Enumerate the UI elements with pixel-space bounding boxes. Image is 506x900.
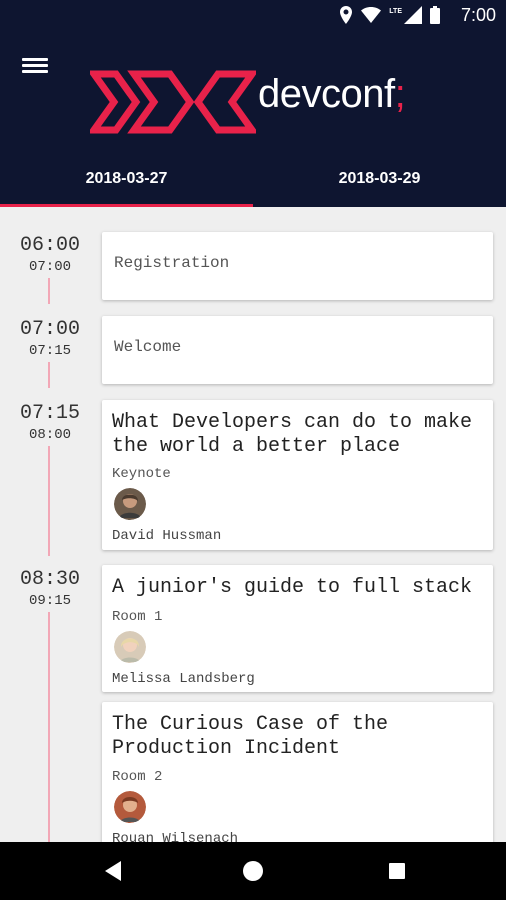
time-slot: 07:15 08:00 bbox=[14, 402, 86, 444]
session-room: Room 2 bbox=[112, 769, 163, 785]
session-card-production-incident[interactable]: The Curious Case of the Production Incid… bbox=[102, 702, 493, 852]
slot-end-time: 07:00 bbox=[28, 259, 71, 275]
slot-start-time: 06:00 bbox=[19, 234, 80, 257]
status-icons: LTE bbox=[339, 6, 440, 24]
timeline-line bbox=[48, 612, 50, 852]
cellular-signal-icon bbox=[404, 6, 422, 24]
session-card-keynote[interactable]: What Developers can do to make the world… bbox=[102, 400, 493, 550]
speaker-avatar bbox=[114, 631, 146, 663]
session-card-registration[interactable]: Registration bbox=[102, 232, 493, 300]
logo-semicolon: ; bbox=[394, 72, 406, 116]
wifi-icon bbox=[361, 7, 382, 23]
battery-icon bbox=[430, 6, 440, 24]
status-bar: LTE 7:00 bbox=[0, 0, 506, 30]
devconf-logo: devconf; bbox=[90, 68, 420, 138]
recents-square-icon[interactable] bbox=[382, 856, 412, 886]
time-slot: 07:00 07:15 bbox=[14, 318, 86, 360]
home-circle-icon[interactable] bbox=[238, 856, 268, 886]
session-room: Room 1 bbox=[112, 609, 163, 625]
hamburger-menu-icon[interactable] bbox=[22, 55, 48, 75]
timeline-line bbox=[48, 362, 50, 388]
status-time: 7:00 bbox=[460, 5, 496, 25]
slot-end-time: 07:15 bbox=[28, 343, 71, 359]
timeline-line bbox=[48, 278, 50, 304]
logo-text: devconf; bbox=[258, 72, 406, 116]
session-title: Welcome bbox=[114, 338, 182, 356]
slot-start-time: 08:30 bbox=[19, 568, 80, 591]
session-title: Registration bbox=[114, 254, 230, 272]
tab-2018-03-29[interactable]: 2018-03-29 bbox=[253, 160, 506, 207]
session-title: What Developers can do to make the world… bbox=[112, 411, 473, 458]
speaker-avatar bbox=[114, 791, 146, 823]
speaker-name: David Hussman bbox=[112, 528, 222, 544]
date-tabs: 2018-03-27 2018-03-29 bbox=[0, 160, 506, 207]
session-card-welcome[interactable]: Welcome bbox=[102, 316, 493, 384]
slot-end-time: 08:00 bbox=[28, 427, 71, 443]
system-navigation-bar bbox=[0, 842, 506, 900]
session-card-full-stack[interactable]: A junior's guide to full stack Room 1 Me… bbox=[102, 565, 493, 692]
time-slot: 06:00 07:00 bbox=[14, 234, 86, 276]
timeline-line bbox=[48, 446, 50, 556]
back-triangle-icon[interactable] bbox=[99, 856, 129, 886]
session-room: Keynote bbox=[112, 466, 171, 482]
time-slot: 08:30 09:15 bbox=[14, 568, 86, 610]
slot-start-time: 07:15 bbox=[19, 402, 80, 425]
devconf-logo-mark bbox=[90, 70, 256, 134]
speaker-name: Melissa Landsberg bbox=[112, 671, 255, 687]
location-icon bbox=[340, 6, 353, 24]
speaker-avatar bbox=[114, 488, 146, 520]
slot-start-time: 07:00 bbox=[19, 318, 80, 341]
app-header: LTE 7:00 devconf; 2018-03-27 2018-03-29 bbox=[0, 0, 506, 207]
slot-end-time: 09:15 bbox=[28, 593, 71, 609]
tab-2018-03-27[interactable]: 2018-03-27 bbox=[0, 160, 253, 207]
lte-label: LTE bbox=[389, 7, 402, 15]
session-title: The Curious Case of the Production Incid… bbox=[112, 713, 389, 760]
session-title: A junior's guide to full stack bbox=[112, 576, 473, 599]
